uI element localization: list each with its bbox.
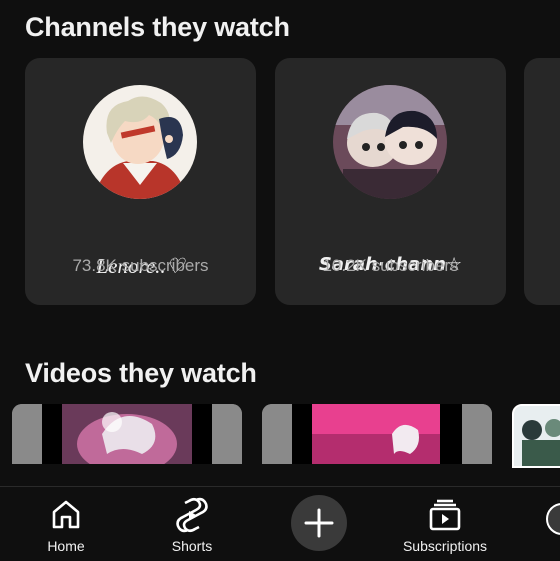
create-button[interactable]	[291, 495, 347, 551]
channel-card[interactable]: Sarah·chann☆ 10.2K subscribers	[275, 58, 506, 305]
subscriber-count: 73.8K subscribers	[72, 256, 209, 275]
nav-you[interactable]	[540, 487, 560, 561]
video-thumbnail[interactable]	[512, 404, 560, 468]
subscriptions-icon	[427, 497, 463, 538]
video-thumbnail[interactable]	[12, 404, 242, 464]
nav-home-label: Home	[47, 538, 85, 554]
channel-card[interactable]: Lenore..♡ 73.8K subscribers	[25, 58, 256, 305]
shorts-icon	[175, 497, 209, 538]
bottom-nav: Home Shorts Subscriptions	[0, 486, 560, 561]
nav-shorts-label: Shorts	[171, 538, 213, 554]
avatar	[544, 501, 560, 542]
home-icon	[49, 497, 83, 536]
section-title-videos: Videos they watch	[25, 358, 257, 388]
section-title-channels: Channels they watch	[25, 12, 290, 42]
channel-card[interactable]	[524, 58, 560, 305]
nav-subscriptions[interactable]: Subscriptions	[395, 487, 495, 561]
channel-avatar[interactable]	[83, 85, 197, 199]
nav-shorts[interactable]: Shorts	[156, 487, 228, 561]
video-thumbnail[interactable]	[262, 404, 492, 464]
plus-icon	[304, 508, 334, 538]
nav-home[interactable]: Home	[30, 487, 102, 561]
nav-subscriptions-label: Subscriptions	[402, 538, 488, 554]
channel-avatar[interactable]	[333, 85, 447, 199]
subscriber-count: 10.2K subscribers	[322, 256, 459, 275]
